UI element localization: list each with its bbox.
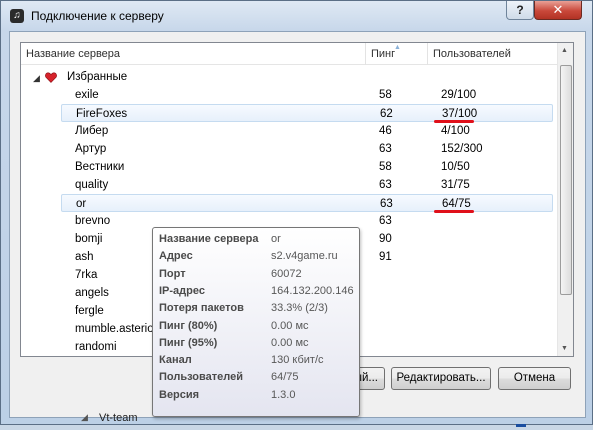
tooltip-row: Пинг (95%) 0.00 мс	[159, 335, 359, 352]
scroll-up-icon[interactable]: ▲	[561, 47, 568, 54]
tooltip-key: Порт	[159, 267, 186, 280]
vertical-scrollbar[interactable]: ▲ ▼	[557, 43, 573, 356]
table-row[interactable]: FireFoxes 62 37/100	[61, 104, 553, 123]
window-title: Подключение к серверу	[31, 9, 164, 23]
sort-ascending-icon: ▲	[394, 44, 401, 51]
ping-cell: 63	[380, 198, 393, 210]
tooltip-key: Название сервера	[159, 233, 259, 245]
tooltip-row: Потеря пакетов 33.3% (2/3)	[159, 300, 359, 317]
server-name-cell: quality	[75, 179, 109, 191]
tooltip-value: 130 кбит/с	[271, 354, 324, 367]
tooltip-row: Пользователей 64/75	[159, 369, 359, 386]
tooltip-key: Адрес	[159, 250, 193, 263]
server-name-cell: or	[76, 198, 87, 210]
tooltip-row: Адрес s2.v4game.ru	[159, 248, 359, 265]
ping-cell: 62	[380, 108, 393, 120]
list-header: Название сервера ▲ Пинг Пользователей	[21, 43, 573, 65]
ping-cell: 58	[379, 161, 392, 173]
table-row[interactable]: or 63 64/75	[61, 194, 553, 213]
help-button[interactable]: ?	[506, 1, 534, 20]
tooltip-row: IP-адрес 164.132.200.146	[159, 283, 359, 300]
tooltip-value: 1.3.0	[271, 388, 296, 401]
column-ping-label: Пинг	[371, 48, 396, 60]
server-name-cell: angels	[75, 287, 109, 299]
collapse-arrow-icon[interactable]: ◢	[33, 69, 40, 87]
server-name-cell: FireFoxes	[76, 108, 128, 120]
heart-icon	[45, 72, 57, 83]
table-row[interactable]: Либер 46 4/100	[21, 122, 559, 140]
tooltip-value: or	[271, 233, 281, 245]
ping-cell: 63	[379, 143, 392, 155]
server-name-cell: Либер	[75, 125, 109, 137]
server-name-cell: brevno	[75, 215, 111, 227]
cancel-button[interactable]: Отмена	[498, 367, 571, 390]
server-name-cell: exile	[75, 89, 99, 101]
tooltip-key: Пользователей	[159, 371, 243, 384]
group-label: Избранные	[67, 71, 128, 83]
tooltip-key: Пинг (95%)	[159, 336, 218, 349]
users-cell: 4/100	[441, 125, 470, 137]
background-icon: ▬	[516, 419, 526, 430]
tooltip-row: Название сервера or	[159, 231, 359, 248]
tooltip-value: 164.132.200.146	[271, 284, 354, 297]
server-name-cell: Артур	[75, 143, 107, 155]
tooltip-value: 0.00 мс	[271, 336, 309, 349]
tooltip-value: s2.v4game.ru	[271, 250, 338, 263]
background-channel-label: Vt-team	[99, 412, 138, 424]
scroll-down-icon[interactable]: ▼	[561, 345, 568, 352]
server-name-cell: fergle	[75, 305, 104, 317]
scroll-thumb[interactable]	[560, 65, 572, 295]
table-row[interactable]: quality 63 31/75	[21, 176, 559, 194]
ping-cell: 63	[379, 215, 392, 227]
table-row[interactable]: Вестники 58 10/50	[21, 158, 559, 176]
server-name-cell: ash	[75, 251, 94, 263]
tooltip-key: IP-адрес	[159, 284, 205, 297]
tooltip-value: 64/75	[271, 371, 299, 384]
edit-server-button[interactable]: Редактировать...	[391, 367, 491, 390]
ping-cell: 63	[379, 179, 392, 191]
users-cell: 152/300	[441, 143, 483, 155]
ping-cell: 58	[379, 89, 392, 101]
tooltip-row: Пинг (80%) 0.00 мс	[159, 318, 359, 335]
tooltip-key: Версия	[159, 388, 200, 401]
table-row[interactable]: Артур 63 152/300	[21, 140, 559, 158]
column-ping[interactable]: ▲ Пинг	[366, 43, 428, 65]
tooltip-value: 33.3% (2/3)	[271, 302, 328, 315]
tooltip-value: 0.00 мс	[271, 319, 309, 332]
tooltip-row: Порт 60072	[159, 266, 359, 283]
server-name-cell: randomi	[75, 341, 117, 353]
table-row[interactable]: exile 58 29/100	[21, 86, 559, 104]
tooltip-value: 60072	[271, 267, 302, 280]
close-button[interactable]: ✕	[534, 1, 582, 20]
title-bar[interactable]: ♫ Подключение к серверу ? ✕	[1, 1, 592, 31]
mumble-icon: ♫	[10, 9, 24, 23]
users-cell: 10/50	[441, 161, 470, 173]
tooltip-key: Канал	[159, 354, 192, 367]
tooltip-key: Пинг (80%)	[159, 319, 218, 332]
column-users[interactable]: Пользователей	[428, 43, 559, 65]
server-name-cell: Вестники	[75, 161, 125, 173]
tooltip-row: Канал 130 кбит/с	[159, 352, 359, 369]
ping-cell: 46	[379, 125, 392, 137]
server-info-tooltip: Название сервера or Адрес s2.v4game.ru Порт 6…	[152, 227, 360, 417]
group-row-favorites[interactable]: ◢ Избранные	[21, 68, 559, 86]
ping-cell: 90	[379, 233, 392, 245]
tooltip-key: Потеря пакетов	[159, 302, 244, 315]
server-name-cell: 7rka	[75, 269, 98, 281]
users-cell: 29/100	[441, 89, 477, 101]
ping-cell: 91	[379, 251, 392, 263]
column-server-name[interactable]: Название сервера	[21, 43, 366, 65]
tree-expand-icon: ◢	[81, 412, 88, 422]
tooltip-row: Версия 1.3.0	[159, 387, 359, 404]
server-name-cell: mumble.asterios	[75, 323, 160, 335]
users-cell: 31/75	[441, 179, 470, 191]
server-name-cell: bomji	[75, 233, 103, 245]
